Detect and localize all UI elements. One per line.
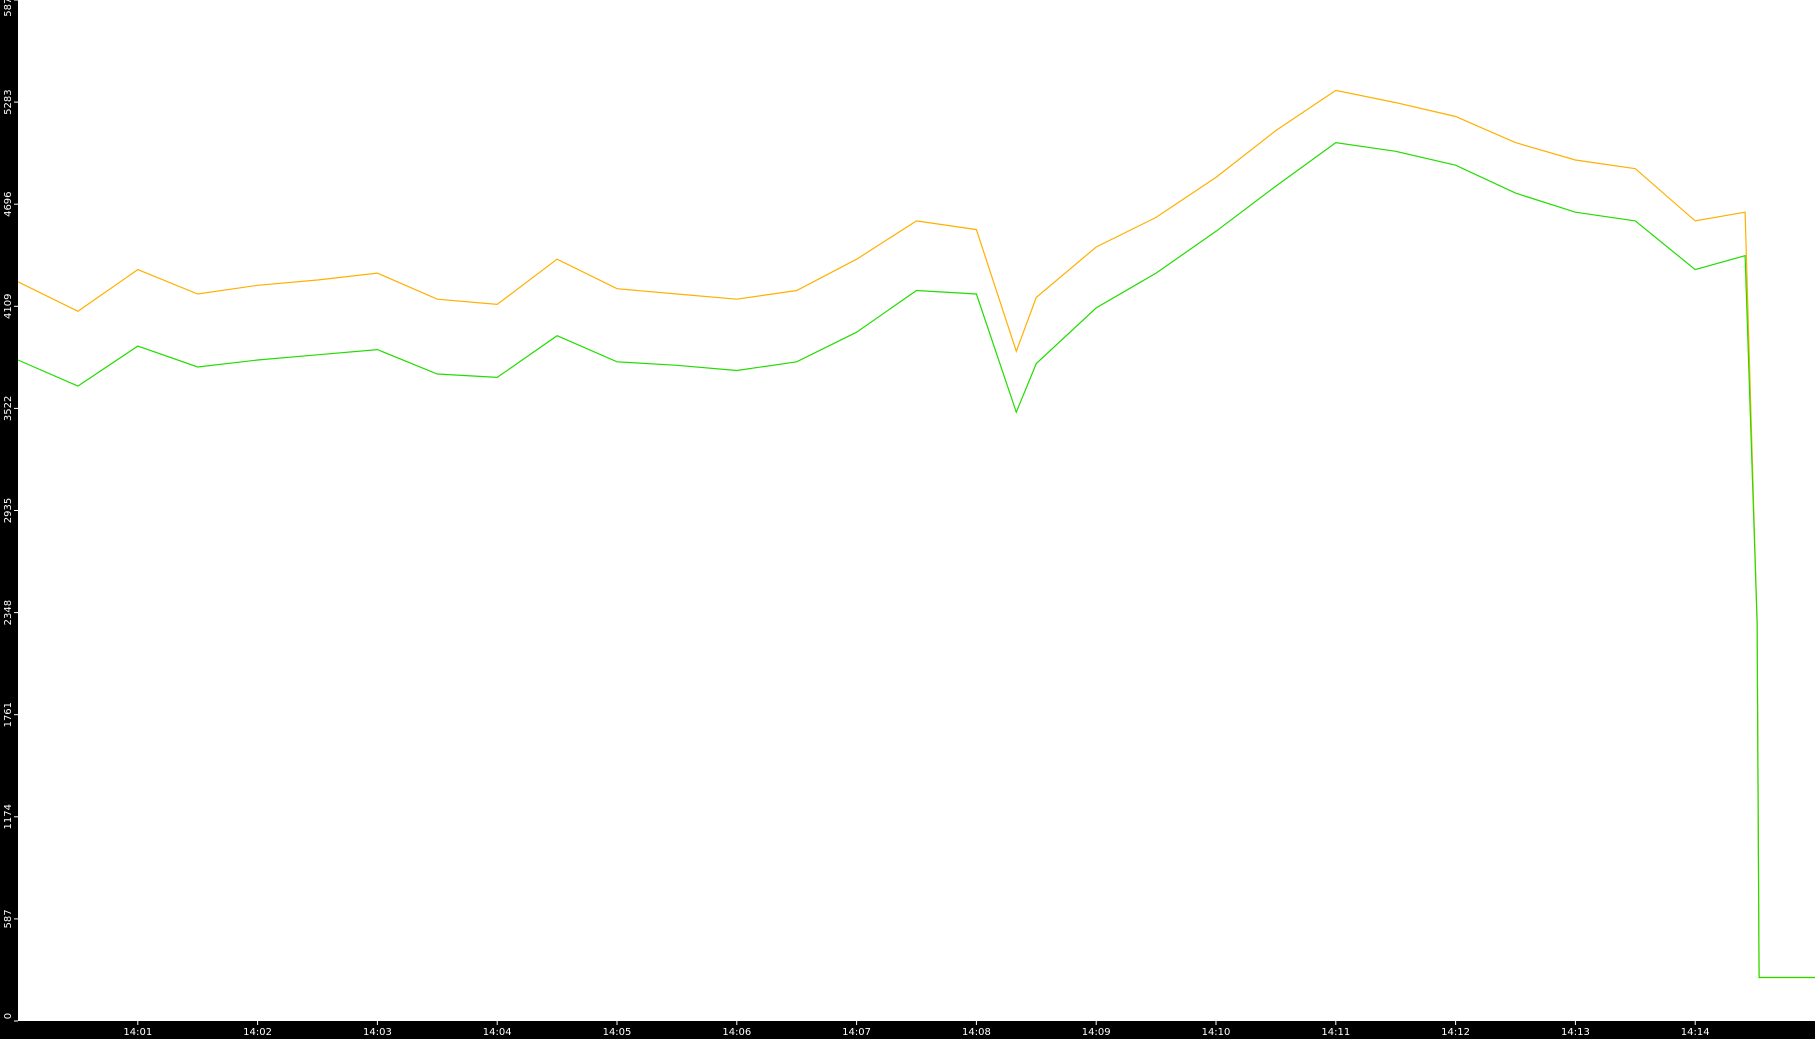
x-tick-label: 14:14 xyxy=(1681,1027,1710,1038)
x-tick-label: 14:03 xyxy=(363,1027,392,1038)
x-tick-label: 14:08 xyxy=(962,1027,991,1038)
x-tick-label: 14:07 xyxy=(842,1027,871,1038)
y-tick-label: 2348 xyxy=(3,600,14,625)
y-tick-label: 0 xyxy=(3,1013,14,1019)
x-tick-label: 14:06 xyxy=(722,1027,751,1038)
y-tick-label: 587 xyxy=(3,909,14,928)
y-tick-label: 4109 xyxy=(3,294,14,319)
x-tick-label: 14:10 xyxy=(1202,1027,1231,1038)
x-tick-label: 14:11 xyxy=(1321,1027,1350,1038)
x-axis: 14:01 14:02 14:03 14:04 14:05 14:06 14:07 14:08… xyxy=(123,1021,1710,1038)
y-tick-label: 1174 xyxy=(3,804,14,829)
y-axis: 0 587 1174 1761 2348 2935 3522 4109 4696 5283 5870 xyxy=(3,0,18,1022)
y-tick-label: 5283 xyxy=(3,89,14,114)
y-tick-label: 1761 xyxy=(3,702,14,727)
y-tick-label: 3522 xyxy=(3,396,14,421)
y-tick-label: 4696 xyxy=(3,191,14,216)
chart-frame: 0 587 1174 1761 2348 2935 3522 4109 4696 5283 5870… xyxy=(0,0,1815,1039)
x-tick-label: 14:13 xyxy=(1561,1027,1590,1038)
x-tick-label: 14:01 xyxy=(123,1027,152,1038)
y-tick-label: 2935 xyxy=(3,498,14,523)
x-tick-label: 14:05 xyxy=(603,1027,632,1038)
y-tick-label: 5870 xyxy=(3,0,14,17)
x-tick-label: 14:12 xyxy=(1441,1027,1470,1038)
plot-area xyxy=(18,0,1815,1021)
line-chart: 0 587 1174 1761 2348 2935 3522 4109 4696 5283 5870… xyxy=(3,0,1815,1038)
x-tick-label: 14:09 xyxy=(1082,1027,1111,1038)
x-tick-label: 14:04 xyxy=(483,1027,512,1038)
x-tick-label: 14:02 xyxy=(243,1027,272,1038)
